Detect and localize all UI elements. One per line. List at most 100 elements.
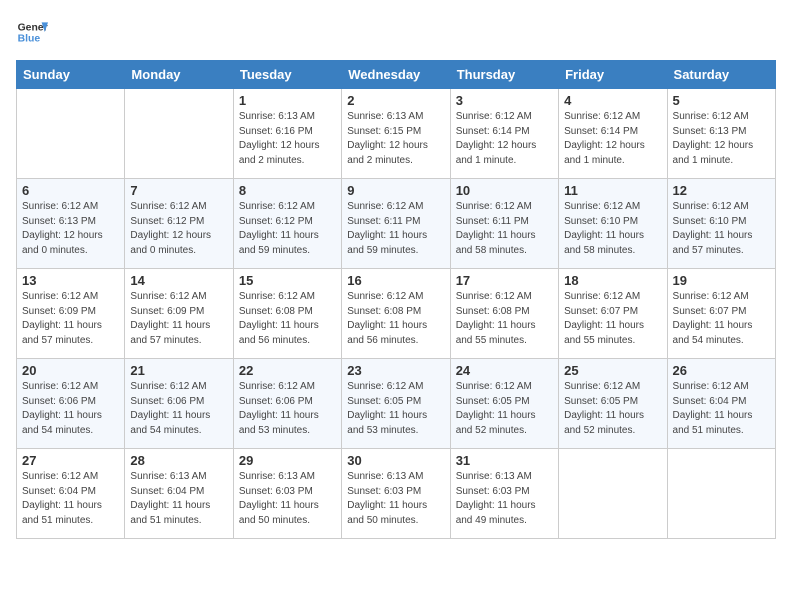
cell-info: Sunrise: 6:12 AM Sunset: 6:06 PM Dayligh…: [239, 380, 336, 438]
day-number: 8: [239, 183, 336, 198]
calendar-cell: 5Sunrise: 6:12 AM Sunset: 6:13 PM Daylig…: [667, 89, 775, 179]
cell-info: Sunrise: 6:12 AM Sunset: 6:14 PM Dayligh…: [564, 110, 661, 168]
day-number: 25: [564, 363, 661, 378]
calendar-cell: 11 Sunrise: 6:12 AM Sunset: 6:10 PM Dayli…: [559, 179, 667, 269]
day-number: 12: [673, 183, 770, 198]
day-number: 20: [22, 363, 119, 378]
cell-info: Sunrise: 6:13 AM Sunset: 6:04 PM Dayligh…: [130, 470, 227, 528]
calendar-cell: 29 Sunrise: 6:13 AM Sunset: 6:03 PM Dayli…: [233, 449, 341, 539]
calendar-cell: 6 Sunrise: 6:12 AM Sunset: 6:13 PM Daylig…: [17, 179, 125, 269]
week-row-1: 1 Sunrise: 6:13 AM Sunset: 6:16 PM Daylig…: [17, 89, 776, 179]
day-number: 6: [22, 183, 119, 198]
cell-info: Sunrise: 6:12 AM Sunset: 6:14 PM Dayligh…: [456, 110, 553, 168]
cell-info: Sunrise: 6:12 AM Sunset: 6:13 PM Dayligh…: [22, 200, 119, 258]
column-header-friday: Friday: [559, 61, 667, 89]
calendar-cell: 10 Sunrise: 6:12 AM Sunset: 6:11 PM Dayli…: [450, 179, 558, 269]
cell-info: Sunrise: 6:12 AM Sunset: 6:07 PM Dayligh…: [564, 290, 661, 348]
calendar-cell: 3 Sunrise: 6:12 AM Sunset: 6:14 PM Daylig…: [450, 89, 558, 179]
column-header-wednesday: Wednesday: [342, 61, 450, 89]
logo: General Blue: [16, 16, 48, 48]
day-number: 29: [239, 453, 336, 468]
calendar-cell: 19 Sunrise: 6:12 AM Sunset: 6:07 PM Dayli…: [667, 269, 775, 359]
cell-info: Sunrise: 6:12 AM Sunset: 6:12 PM Dayligh…: [130, 200, 227, 258]
cell-info: Sunrise: 6:12 AM Sunset: 6:11 PM Dayligh…: [456, 200, 553, 258]
day-number: 24: [456, 363, 553, 378]
column-header-thursday: Thursday: [450, 61, 558, 89]
cell-info: Sunrise: 6:12 AM Sunset: 6:10 PM Dayligh…: [564, 200, 661, 258]
cell-info: Sunrise: 6:12 AM Sunset: 6:06 PM Dayligh…: [22, 380, 119, 438]
day-number: 16: [347, 273, 444, 288]
week-row-3: 13 Sunrise: 6:12 AM Sunset: 6:09 PM Dayli…: [17, 269, 776, 359]
week-row-2: 6 Sunrise: 6:12 AM Sunset: 6:13 PM Daylig…: [17, 179, 776, 269]
day-number: 26: [673, 363, 770, 378]
day-number: 1: [239, 93, 336, 108]
day-number: 21: [130, 363, 227, 378]
day-number: 27: [22, 453, 119, 468]
cell-info: Sunrise: 6:12 AM Sunset: 6:05 PM Dayligh…: [456, 380, 553, 438]
cell-info: Sunrise: 6:12 AM Sunset: 6:08 PM Dayligh…: [347, 290, 444, 348]
cell-info: Sunrise: 6:13 AM Sunset: 6:03 PM Dayligh…: [456, 470, 553, 528]
day-number: 19: [673, 273, 770, 288]
column-header-sunday: Sunday: [17, 61, 125, 89]
column-header-saturday: Saturday: [667, 61, 775, 89]
cell-info: Sunrise: 6:13 AM Sunset: 6:15 PM Dayligh…: [347, 110, 444, 168]
day-number: 31: [456, 453, 553, 468]
calendar-cell: 15Sunrise: 6:12 AM Sunset: 6:08 PM Dayli…: [233, 269, 341, 359]
week-row-5: 27Sunrise: 6:12 AM Sunset: 6:04 PM Dayli…: [17, 449, 776, 539]
calendar-cell: 9 Sunrise: 6:12 AM Sunset: 6:11 PM Daylig…: [342, 179, 450, 269]
day-number: 10: [456, 183, 553, 198]
calendar-cell: 2 Sunrise: 6:13 AM Sunset: 6:15 PM Daylig…: [342, 89, 450, 179]
day-number: 2: [347, 93, 444, 108]
day-number: 18: [564, 273, 661, 288]
calendar-cell: 16 Sunrise: 6:12 AM Sunset: 6:08 PM Dayli…: [342, 269, 450, 359]
column-header-tuesday: Tuesday: [233, 61, 341, 89]
day-number: 17: [456, 273, 553, 288]
cell-info: Sunrise: 6:12 AM Sunset: 6:07 PM Dayligh…: [673, 290, 770, 348]
day-number: 7: [130, 183, 227, 198]
day-number: 13: [22, 273, 119, 288]
calendar-cell: 27Sunrise: 6:12 AM Sunset: 6:04 PM Dayli…: [17, 449, 125, 539]
calendar-cell: 28Sunrise: 6:13 AM Sunset: 6:04 PM Dayli…: [125, 449, 233, 539]
cell-info: Sunrise: 6:12 AM Sunset: 6:11 PM Dayligh…: [347, 200, 444, 258]
cell-info: Sunrise: 6:12 AM Sunset: 6:04 PM Dayligh…: [673, 380, 770, 438]
calendar-cell: 20 Sunrise: 6:12 AM Sunset: 6:06 PM Dayli…: [17, 359, 125, 449]
cell-info: Sunrise: 6:12 AM Sunset: 6:05 PM Dayligh…: [564, 380, 661, 438]
cell-info: Sunrise: 6:12 AM Sunset: 6:12 PM Dayligh…: [239, 200, 336, 258]
cell-info: Sunrise: 6:12 AM Sunset: 6:13 PM Dayligh…: [673, 110, 770, 168]
cell-info: Sunrise: 6:13 AM Sunset: 6:03 PM Dayligh…: [347, 470, 444, 528]
day-number: 3: [456, 93, 553, 108]
calendar-table: SundayMondayTuesdayWednesdayThursdayFrid…: [16, 60, 776, 539]
svg-text:Blue: Blue: [18, 34, 41, 45]
calendar-cell: 1 Sunrise: 6:13 AM Sunset: 6:16 PM Daylig…: [233, 89, 341, 179]
header-row: SundayMondayTuesdayWednesdayThursdayFrid…: [17, 61, 776, 89]
calendar-cell: 14Sunrise: 6:12 AM Sunset: 6:09 PM Dayli…: [125, 269, 233, 359]
calendar-cell: 13 Sunrise: 6:12 AM Sunset: 6:09 PM Dayli…: [17, 269, 125, 359]
day-number: 23: [347, 363, 444, 378]
week-row-4: 20 Sunrise: 6:12 AM Sunset: 6:06 PM Dayli…: [17, 359, 776, 449]
calendar-cell: 24 Sunrise: 6:12 AM Sunset: 6:05 PM Dayli…: [450, 359, 558, 449]
day-number: 11: [564, 183, 661, 198]
calendar-cell: 23 Sunrise: 6:12 AM Sunset: 6:05 PM Dayli…: [342, 359, 450, 449]
calendar-cell: 31 Sunrise: 6:13 AM Sunset: 6:03 PM Dayli…: [450, 449, 558, 539]
calendar-cell: [667, 449, 775, 539]
calendar-cell: 4 Sunrise: 6:12 AM Sunset: 6:14 PM Daylig…: [559, 89, 667, 179]
calendar-cell: [125, 89, 233, 179]
day-number: 4: [564, 93, 661, 108]
calendar-cell: 17Sunrise: 6:12 AM Sunset: 6:08 PM Dayli…: [450, 269, 558, 359]
page-header: General Blue: [16, 16, 776, 48]
cell-info: Sunrise: 6:12 AM Sunset: 6:09 PM Dayligh…: [22, 290, 119, 348]
calendar-cell: [559, 449, 667, 539]
cell-info: Sunrise: 6:13 AM Sunset: 6:16 PM Dayligh…: [239, 110, 336, 168]
column-header-monday: Monday: [125, 61, 233, 89]
calendar-cell: 12Sunrise: 6:12 AM Sunset: 6:10 PM Dayli…: [667, 179, 775, 269]
cell-info: Sunrise: 6:13 AM Sunset: 6:03 PM Dayligh…: [239, 470, 336, 528]
calendar-cell: 8 Sunrise: 6:12 AM Sunset: 6:12 PM Daylig…: [233, 179, 341, 269]
calendar-cell: 30Sunrise: 6:13 AM Sunset: 6:03 PM Dayli…: [342, 449, 450, 539]
cell-info: Sunrise: 6:12 AM Sunset: 6:05 PM Dayligh…: [347, 380, 444, 438]
logo-icon: General Blue: [16, 16, 48, 48]
calendar-cell: 22 Sunrise: 6:12 AM Sunset: 6:06 PM Dayli…: [233, 359, 341, 449]
calendar-cell: 25 Sunrise: 6:12 AM Sunset: 6:05 PM Dayli…: [559, 359, 667, 449]
day-number: 9: [347, 183, 444, 198]
day-number: 22: [239, 363, 336, 378]
cell-info: Sunrise: 6:12 AM Sunset: 6:06 PM Dayligh…: [130, 380, 227, 438]
